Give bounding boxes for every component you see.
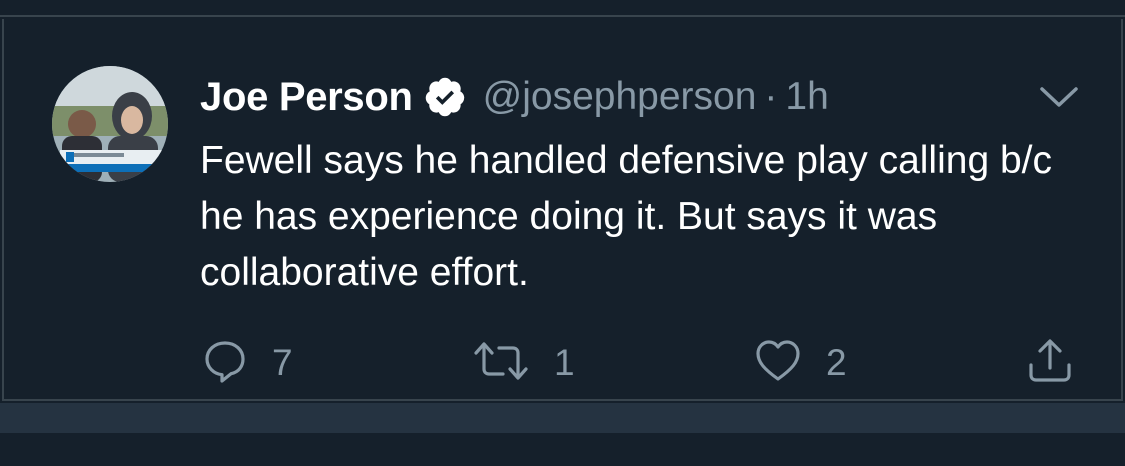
timeline: Joe Person @josephperson · 1h Fewell say… [0,0,1125,466]
share-icon [1026,337,1074,390]
next-tweet-area [0,433,1125,466]
tweet-header: Joe Person @josephperson · 1h [200,67,1080,127]
heart-icon [754,338,802,389]
reply-bubble-icon [202,338,248,389]
timeline-separator [0,403,1125,433]
like-count: 2 [826,342,847,383]
tweet-card[interactable]: Joe Person @josephperson · 1h Fewell say… [2,19,1123,401]
author-handle[interactable]: @josephperson [483,75,757,119]
display-name[interactable]: Joe Person [200,75,413,120]
tweet-content: Joe Person @josephperson · 1h Fewell say… [200,67,1080,301]
previous-tweet-divider [0,0,1125,17]
share-button[interactable] [1026,338,1074,388]
chevron-down-icon[interactable] [1036,81,1082,111]
avatar[interactable] [52,66,168,182]
retweet-button[interactable]: 1 [472,338,575,388]
like-button[interactable]: 2 [754,338,847,388]
reply-count: 7 [272,342,293,383]
tweet-actions: 7 1 2 [200,338,1090,388]
tweet-text: Fewell says he handled defensive play ca… [200,139,1053,294]
reply-button[interactable]: 7 [202,338,293,388]
verified-badge-icon [423,75,467,119]
tweet-timestamp[interactable]: 1h [785,75,828,119]
separator-dot: · [764,75,778,118]
retweet-icon [472,338,530,389]
retweet-count: 1 [554,342,575,383]
